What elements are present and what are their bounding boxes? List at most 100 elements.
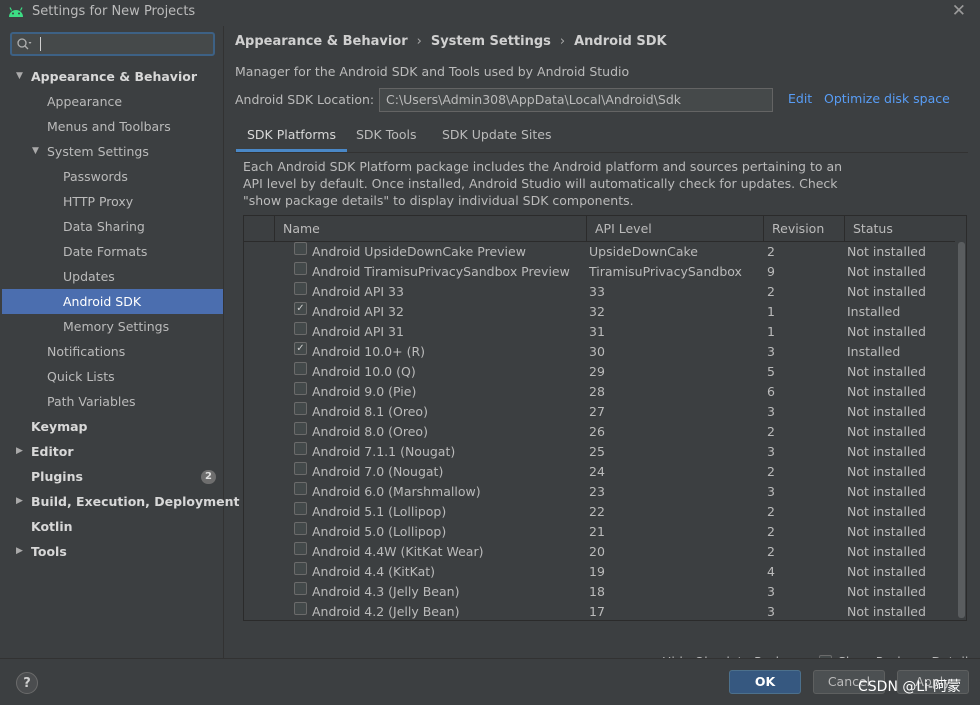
chevron-right-icon[interactable]: ▶	[16, 489, 23, 514]
column-header-name[interactable]: Name	[274, 216, 586, 241]
sidebar-item-memory-settings[interactable]: Memory Settings	[2, 314, 223, 339]
platform-name-cell: Android API 31	[312, 324, 404, 339]
sidebar-item-label: Android SDK	[63, 294, 142, 309]
row-checkbox[interactable]: ✓	[294, 342, 307, 355]
search-field[interactable]	[10, 32, 215, 56]
sidebar-item-editor[interactable]: ▶ Editor	[2, 439, 223, 464]
api-level-cell: 20	[589, 544, 605, 559]
status-cell: Not installed	[847, 524, 926, 539]
row-checkbox[interactable]	[294, 502, 307, 515]
sidebar-item-tools[interactable]: ▶ Tools	[2, 539, 223, 564]
ok-button[interactable]: OK	[729, 670, 801, 694]
row-checkbox[interactable]	[294, 382, 307, 395]
sidebar-item-label: HTTP Proxy	[63, 194, 134, 209]
column-header-api-level[interactable]: API Level	[586, 216, 763, 241]
table-row[interactable]: Android TiramisuPrivacySandbox Preview Ti…	[244, 262, 955, 282]
platform-name-cell: Android 8.1 (Oreo)	[312, 404, 428, 419]
chevron-right-icon[interactable]: ▶	[16, 439, 23, 464]
sidebar-item-build-execution-deployment[interactable]: ▶ Build, Execution, Deployment	[2, 489, 239, 514]
tab-sdk-platforms[interactable]: SDK Platforms	[236, 120, 347, 152]
table-row[interactable]: Android 4.2 (Jelly Bean) 17 3 Not installed	[244, 602, 955, 620]
table-row[interactable]: ✓ Android 10.0+ (R) 30 3 Installed	[244, 342, 955, 362]
sidebar-item-label: Updates	[63, 269, 115, 284]
search-input-caret[interactable]	[40, 37, 41, 51]
scrollbar-thumb[interactable]	[958, 242, 965, 618]
row-checkbox[interactable]	[294, 262, 307, 275]
row-checkbox[interactable]	[294, 242, 307, 255]
sidebar-item-notifications[interactable]: Notifications	[2, 339, 223, 364]
api-level-cell: 22	[589, 504, 605, 519]
sidebar-item-kotlin[interactable]: Kotlin	[2, 514, 223, 539]
sidebar-item-updates[interactable]: Updates	[2, 264, 223, 289]
row-checkbox[interactable]	[294, 582, 307, 595]
close-icon[interactable]: ✕	[952, 1, 966, 21]
column-header-revision[interactable]: Revision	[763, 216, 844, 241]
platform-name-cell: Android 4.4W (KitKat Wear)	[312, 544, 484, 559]
column-header-status[interactable]: Status	[844, 216, 955, 241]
table-row[interactable]: Android 5.0 (Lollipop) 21 2 Not installed	[244, 522, 955, 542]
optimize-disk-space-link[interactable]: Optimize disk space	[824, 91, 950, 106]
table-row[interactable]: Android 9.0 (Pie) 28 6 Not installed	[244, 382, 955, 402]
table-row[interactable]: Android 4.4 (KitKat) 19 4 Not installed	[244, 562, 955, 582]
table-row[interactable]: Android 4.4W (KitKat Wear) 20 2 Not install…	[244, 542, 955, 562]
main-panel: Appearance & Behavior › System Settings › An…	[224, 26, 980, 672]
sidebar-item-passwords[interactable]: Passwords	[2, 164, 223, 189]
sidebar-item-label: Date Formats	[63, 244, 148, 259]
row-checkbox[interactable]	[294, 562, 307, 575]
row-checkbox[interactable]	[294, 522, 307, 535]
settings-sidebar: ▼ Appearance & Behavior Appearance Menus an…	[2, 26, 239, 658]
revision-cell: 3	[767, 604, 775, 619]
sidebar-item-data-sharing[interactable]: Data Sharing	[2, 214, 223, 239]
table-row[interactable]: Android 4.3 (Jelly Bean) 18 3 Not installed	[244, 582, 955, 602]
row-checkbox[interactable]	[294, 462, 307, 475]
sidebar-item-android-sdk[interactable]: Android SDK	[2, 289, 223, 314]
help-icon[interactable]: ?	[16, 672, 38, 694]
tab-sdk-tools[interactable]: SDK Tools	[345, 120, 428, 152]
row-checkbox[interactable]	[294, 422, 307, 435]
table-row[interactable]: Android 6.0 (Marshmallow) 23 3 Not installe…	[244, 482, 955, 502]
chevron-right-icon[interactable]: ▶	[16, 539, 23, 564]
table-header: Name API Level Revision Status	[244, 216, 955, 242]
table-row[interactable]: Android API 31 31 1 Not installed	[244, 322, 955, 342]
table-row[interactable]: ✓ Android API 32 32 1 Installed	[244, 302, 955, 322]
row-checkbox[interactable]	[294, 442, 307, 455]
api-level-cell: 32	[589, 304, 605, 319]
chevron-down-icon[interactable]: ▼	[32, 139, 39, 164]
table-row[interactable]: Android 7.1.1 (Nougat) 25 3 Not installed	[244, 442, 955, 462]
row-checkbox[interactable]	[294, 282, 307, 295]
sidebar-item-plugins[interactable]: Plugins 2	[2, 464, 223, 489]
sidebar-item-system-settings[interactable]: ▼ System Settings	[2, 139, 223, 164]
table-row[interactable]: Android 5.1 (Lollipop) 22 2 Not installed	[244, 502, 955, 522]
sidebar-item-label: Appearance & Behavior	[31, 69, 197, 84]
sidebar-item-http-proxy[interactable]: HTTP Proxy	[2, 189, 223, 214]
table-row[interactable]: Android UpsideDownCake Preview UpsideDown…	[244, 242, 955, 262]
chevron-down-icon[interactable]: ▼	[16, 64, 23, 89]
sidebar-item-label: Menus and Toolbars	[47, 119, 171, 134]
row-checkbox[interactable]	[294, 482, 307, 495]
tab-sdk-update-sites[interactable]: SDK Update Sites	[431, 120, 563, 152]
sidebar-item-quick-lists[interactable]: Quick Lists	[2, 364, 223, 389]
row-checkbox[interactable]	[294, 322, 307, 335]
sidebar-item-menus-and-toolbars[interactable]: Menus and Toolbars	[2, 114, 223, 139]
sdk-location-field[interactable]: C:\Users\Admin308\AppData\Local\Android\…	[379, 88, 773, 112]
table-row[interactable]: Android 8.1 (Oreo) 27 3 Not installed	[244, 402, 955, 422]
row-checkbox[interactable]	[294, 362, 307, 375]
edit-link[interactable]: Edit	[788, 91, 812, 106]
row-checkbox[interactable]	[294, 542, 307, 555]
table-row[interactable]: Android 10.0 (Q) 29 5 Not installed	[244, 362, 955, 382]
revision-cell: 2	[767, 244, 775, 259]
sidebar-item-appearance[interactable]: Appearance	[2, 89, 223, 114]
row-checkbox[interactable]: ✓	[294, 302, 307, 315]
sidebar-item-date-formats[interactable]: Date Formats	[2, 239, 223, 264]
table-row[interactable]: Android API 33 33 2 Not installed	[244, 282, 955, 302]
row-checkbox[interactable]	[294, 402, 307, 415]
api-level-cell: 18	[589, 584, 605, 599]
table-row[interactable]: Android 8.0 (Oreo) 26 2 Not installed	[244, 422, 955, 442]
table-body: Android UpsideDownCake Preview UpsideDown…	[244, 242, 955, 620]
sidebar-item-appearance-behavior[interactable]: ▼ Appearance & Behavior	[2, 64, 223, 89]
sidebar-item-path-variables[interactable]: Path Variables	[2, 389, 223, 414]
row-checkbox[interactable]	[294, 602, 307, 615]
sidebar-item-keymap[interactable]: Keymap	[2, 414, 223, 439]
table-scrollbar[interactable]	[956, 242, 966, 620]
table-row[interactable]: Android 7.0 (Nougat) 24 2 Not installed	[244, 462, 955, 482]
